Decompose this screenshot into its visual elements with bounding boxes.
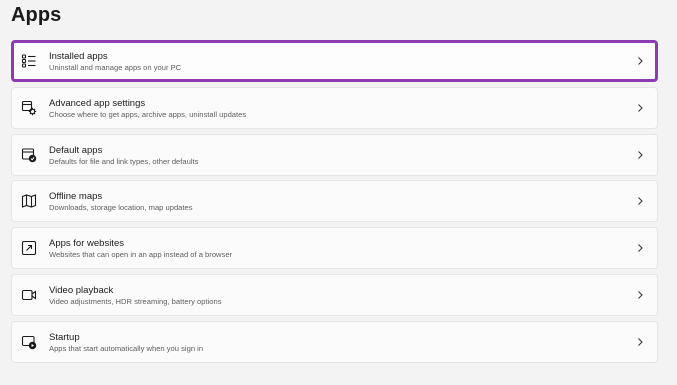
advanced-app-settings-description: Choose where to get apps, archive apps, … (49, 109, 247, 119)
video-playback-item[interactable]: Video playback Video adjustments, HDR st… (11, 273, 658, 316)
chevron-right-icon (636, 103, 644, 113)
video-playback-title: Video playback (49, 284, 114, 296)
video-playback-description: Video adjustments, HDR streaming, batter… (49, 296, 222, 306)
installed-apps-description: Uninstall and manage apps on your PC (49, 63, 182, 72)
video-playback-icon (21, 287, 37, 303)
offline-maps-icon (21, 193, 37, 209)
offline-maps-item[interactable]: Offline maps Downloads, storage location… (11, 180, 658, 223)
chevron-right-icon (636, 56, 644, 66)
startup-icon (21, 334, 37, 350)
apps-for-websites-icon (21, 240, 37, 256)
default-apps-title: Default apps (49, 144, 103, 156)
advanced-app-settings-icon (21, 100, 37, 116)
advanced-app-settings-item[interactable]: Advanced app settings Choose where to ge… (11, 86, 658, 129)
apps-settings-list: Installed apps Uninstall and manage apps… (11, 40, 658, 368)
apps-for-websites-item[interactable]: Apps for websites Websites that can open… (11, 227, 658, 270)
chevron-right-icon (636, 290, 644, 300)
apps-for-websites-title: Apps for websites (49, 238, 124, 250)
startup-title: Startup (49, 331, 80, 343)
installed-apps-item[interactable]: Installed apps Uninstall and manage apps… (11, 40, 658, 82)
chevron-right-icon (636, 243, 644, 253)
startup-item[interactable]: Startup Apps that start automatically wh… (11, 320, 658, 363)
installed-apps-icon (21, 53, 37, 69)
default-apps-icon (21, 147, 37, 163)
chevron-right-icon (636, 150, 644, 160)
offline-maps-description: Downloads, storage location, map updates (49, 203, 193, 213)
startup-description: Apps that start automatically when you s… (49, 343, 204, 353)
chevron-right-icon (636, 337, 644, 347)
apps-for-websites-description: Websites that can open in an app instead… (49, 250, 233, 260)
advanced-app-settings-title: Advanced app settings (49, 97, 146, 109)
installed-apps-title: Installed apps (49, 51, 108, 62)
default-apps-item[interactable]: Default apps Defaults for file and link … (11, 133, 658, 176)
page-title: Apps (11, 4, 62, 26)
chevron-right-icon (636, 196, 644, 206)
offline-maps-title: Offline maps (49, 191, 103, 203)
default-apps-description: Defaults for file and link types, other … (49, 156, 199, 166)
